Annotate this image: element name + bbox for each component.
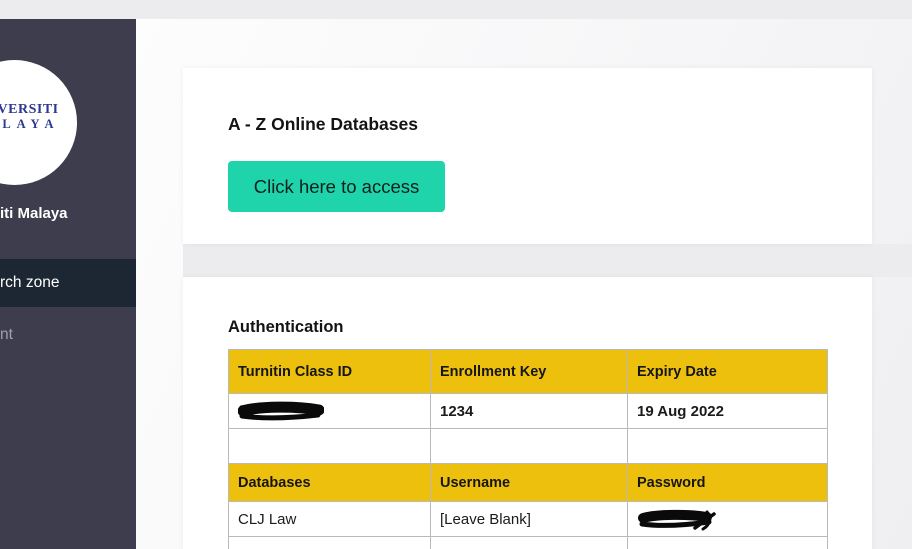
database-name-cell: CLJ Law xyxy=(228,501,431,537)
empty-cell xyxy=(430,536,628,549)
username-cell: [Leave Blank] xyxy=(430,501,628,537)
header-username: Username xyxy=(430,463,628,502)
logo-line2: MALAYA xyxy=(0,117,60,131)
sidebar-item-search-zone[interactable]: rch zone xyxy=(0,259,136,307)
authentication-card: Authentication Turnitin Class ID Enrollm… xyxy=(183,277,872,549)
card-divider-band xyxy=(183,244,912,277)
header-expiry-date: Expiry Date xyxy=(627,349,828,394)
university-logo: UNIVERSITI MALAYA xyxy=(0,60,77,185)
redaction-scribble-icon xyxy=(238,401,324,421)
sidebar: UNIVERSITI MALAYA iti Malaya rch zone nt xyxy=(0,19,136,549)
database-data-row: CLJ Law [Leave Blank] xyxy=(228,501,828,537)
empty-cell xyxy=(627,428,828,464)
main-content: A - Z Online Databases Click here to acc… xyxy=(136,19,912,549)
expiry-date-cell: 19 Aug 2022 xyxy=(627,393,828,429)
password-cell xyxy=(627,501,828,537)
databases-header-row: Databases Username Password xyxy=(228,463,828,502)
enrollment-key-cell: 1234 xyxy=(430,393,628,429)
partial-row xyxy=(228,536,828,549)
empty-cell xyxy=(430,428,628,464)
empty-cell xyxy=(627,536,828,549)
access-databases-button[interactable]: Click here to access xyxy=(228,161,445,212)
databases-card: A - Z Online Databases Click here to acc… xyxy=(183,68,872,244)
university-logo-text: UNIVERSITI MALAYA xyxy=(0,102,77,131)
empty-cell xyxy=(228,428,431,464)
turnitin-data-row: 1234 19 Aug 2022 xyxy=(228,393,828,429)
header-password: Password xyxy=(627,463,828,502)
authentication-card-title: Authentication xyxy=(228,318,344,336)
sidebar-item-account[interactable]: nt xyxy=(0,315,136,355)
page: UNIVERSITI MALAYA iti Malaya rch zone nt… xyxy=(0,0,912,549)
header-enrollment-key: Enrollment Key xyxy=(430,349,628,394)
header-databases: Databases xyxy=(228,463,431,502)
spacer-row xyxy=(228,428,828,464)
top-strip xyxy=(0,0,912,19)
turnitin-header-row: Turnitin Class ID Enrollment Key Expiry … xyxy=(228,349,828,394)
databases-card-title: A - Z Online Databases xyxy=(228,114,418,134)
empty-cell xyxy=(228,536,431,549)
redaction-scribble-icon xyxy=(638,509,716,531)
turnitin-class-id-cell xyxy=(228,393,431,429)
authentication-table: Turnitin Class ID Enrollment Key Expiry … xyxy=(228,349,828,549)
header-turnitin-class-id: Turnitin Class ID xyxy=(228,349,431,394)
sidebar-org-name: iti Malaya xyxy=(0,205,68,222)
logo-line1: UNIVERSITI xyxy=(0,102,59,117)
